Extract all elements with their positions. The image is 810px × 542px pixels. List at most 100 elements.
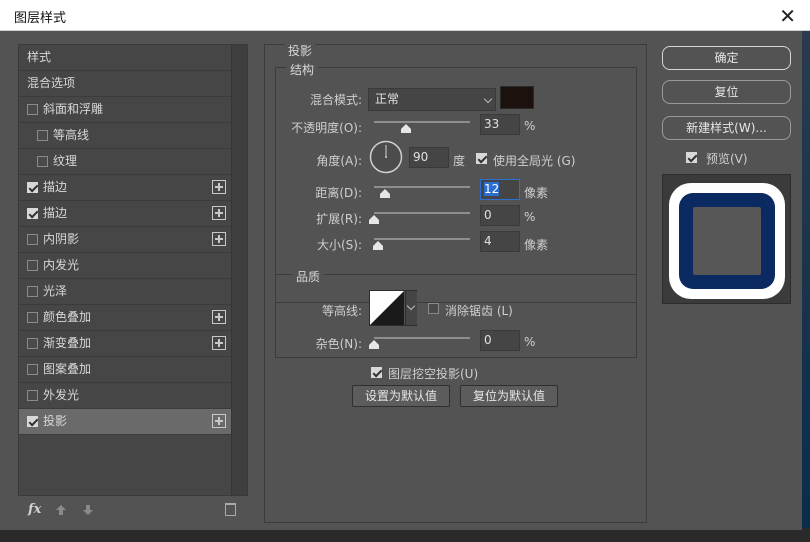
style-item-checkbox[interactable] [27, 416, 38, 427]
reset-button[interactable]: 复位 [662, 80, 791, 104]
style-item-label: 内阴影 [43, 232, 80, 246]
style-item[interactable]: 内阴影 [19, 227, 231, 253]
add-style-icon[interactable] [212, 232, 226, 246]
add-style-icon[interactable] [212, 206, 226, 220]
style-item[interactable]: 纹理 [19, 149, 231, 175]
style-item-checkbox[interactable] [27, 208, 38, 219]
noise-slider-thumb[interactable] [369, 340, 379, 349]
move-up-icon[interactable] [55, 504, 67, 516]
opacity-label: 不透明度(O): [291, 121, 362, 135]
set-default-button[interactable]: 设置为默认值 [352, 385, 450, 407]
distance-label: 距离(D): [315, 186, 362, 200]
reset-default-button[interactable]: 复位为默认值 [460, 385, 558, 407]
spread-slider-thumb[interactable] [369, 215, 379, 224]
add-style-icon[interactable] [212, 180, 226, 194]
chevron-down-icon [406, 301, 416, 311]
styles-footer: fx [18, 500, 248, 522]
style-item-checkbox[interactable] [27, 312, 38, 323]
opacity-slider-track[interactable] [374, 121, 470, 123]
blend-mode-select[interactable]: 正常 [368, 88, 496, 111]
add-style-icon[interactable] [212, 336, 226, 350]
style-item[interactable]: 图案叠加 [19, 357, 231, 383]
style-item-checkbox[interactable] [37, 156, 48, 167]
noise-unit: % [524, 335, 536, 349]
angle-label: 角度(A): [316, 154, 362, 168]
layer-style-dialog: 图层样式 ✕ 样式 混合选项 斜面和浮雕 等高线 纹理 描边 描边 内阴影 内发光 光泽 颜色叠… [0, 0, 810, 530]
spread-slider-track[interactable] [374, 212, 470, 214]
blend-options-item[interactable]: 混合选项 [19, 71, 231, 97]
contour-picker[interactable] [369, 290, 417, 326]
shadow-color-swatch[interactable] [500, 86, 534, 109]
structure-title: 结构 [286, 61, 319, 78]
style-item[interactable]: 外发光 [19, 383, 231, 409]
opacity-input[interactable]: 33 [480, 114, 520, 135]
new-style-button[interactable]: 新建样式(W)... [662, 116, 791, 140]
style-item-checkbox[interactable] [27, 286, 38, 297]
spread-input[interactable]: 0 [480, 205, 520, 226]
ok-button[interactable]: 确定 [662, 46, 791, 70]
style-item-label: 描边 [43, 180, 68, 194]
style-item[interactable]: 颜色叠加 [19, 305, 231, 331]
size-slider-track[interactable] [374, 238, 470, 240]
style-item-checkbox[interactable] [27, 390, 38, 401]
style-item[interactable]: 等高线 [19, 123, 231, 149]
add-style-icon[interactable] [212, 414, 226, 428]
style-item-label: 渐变叠加 [43, 336, 92, 350]
window-title: 图层样式 [14, 11, 67, 26]
style-preview [662, 174, 791, 304]
style-item[interactable]: 内发光 [19, 253, 231, 279]
styles-header-label: 样式 [27, 50, 52, 64]
spread-value: 0 [484, 208, 492, 222]
panel-title: 投影 [285, 42, 316, 59]
style-item-checkbox[interactable] [37, 130, 48, 141]
style-item-checkbox[interactable] [27, 104, 38, 115]
styles-scrollbar[interactable] [231, 45, 247, 495]
noise-slider-track[interactable] [374, 337, 470, 339]
structure-group: 结构 混合模式: 正常 不透明度(O): 33 % 角度(A): 90 度 使用… [275, 61, 637, 303]
distance-slider-track[interactable] [374, 186, 470, 188]
contour-dropdown[interactable] [405, 291, 417, 325]
background-bottom [0, 528, 810, 542]
blend-mode-label: 混合模式: [309, 93, 362, 107]
distance-input[interactable]: 12 [480, 179, 520, 200]
size-slider-thumb[interactable] [373, 241, 383, 250]
antialias-checkbox[interactable] [428, 303, 439, 314]
style-item-label: 等高线 [53, 128, 90, 142]
style-item[interactable]: 投影 [19, 409, 231, 435]
distance-unit: 像素 [524, 186, 549, 200]
style-item[interactable]: 描边 [19, 201, 231, 227]
close-icon[interactable]: ✕ [779, 4, 796, 28]
knockout-checkbox[interactable] [371, 367, 382, 378]
style-item-checkbox[interactable] [27, 182, 38, 193]
styles-header[interactable]: 样式 [19, 45, 231, 71]
style-item-checkbox[interactable] [27, 338, 38, 349]
contour-label: 等高线: [321, 304, 362, 318]
style-item[interactable]: 描边 [19, 175, 231, 201]
trash-icon[interactable] [225, 503, 236, 516]
spread-unit: % [524, 210, 536, 224]
style-item[interactable]: 渐变叠加 [19, 331, 231, 357]
style-item-label: 纹理 [53, 154, 78, 168]
style-item[interactable]: 斜面和浮雕 [19, 97, 231, 123]
add-style-icon[interactable] [212, 310, 226, 324]
opacity-value: 33 [484, 117, 500, 131]
quality-group: 品质 等高线: 消除锯齿 (L) 杂色(N): 0 % [275, 268, 637, 358]
global-light-checkbox[interactable] [476, 153, 487, 164]
contour-curve-icon [370, 291, 404, 325]
fx-icon[interactable]: fx [28, 502, 41, 517]
style-item-label: 图案叠加 [43, 362, 92, 376]
preview-checkbox[interactable] [686, 152, 697, 163]
angle-input[interactable]: 90 [409, 147, 449, 168]
noise-input[interactable]: 0 [480, 330, 520, 351]
move-down-icon[interactable] [82, 504, 94, 516]
distance-slider-thumb[interactable] [380, 189, 390, 198]
opacity-slider-thumb[interactable] [401, 124, 411, 133]
antialias-label: 消除锯齿 (L) [445, 304, 513, 318]
size-unit: 像素 [524, 238, 549, 252]
size-input[interactable]: 4 [480, 231, 520, 252]
style-item-checkbox[interactable] [27, 234, 38, 245]
style-item[interactable]: 光泽 [19, 279, 231, 305]
style-item-checkbox[interactable] [27, 260, 38, 271]
angle-dial[interactable] [369, 140, 403, 174]
style-item-checkbox[interactable] [27, 364, 38, 375]
